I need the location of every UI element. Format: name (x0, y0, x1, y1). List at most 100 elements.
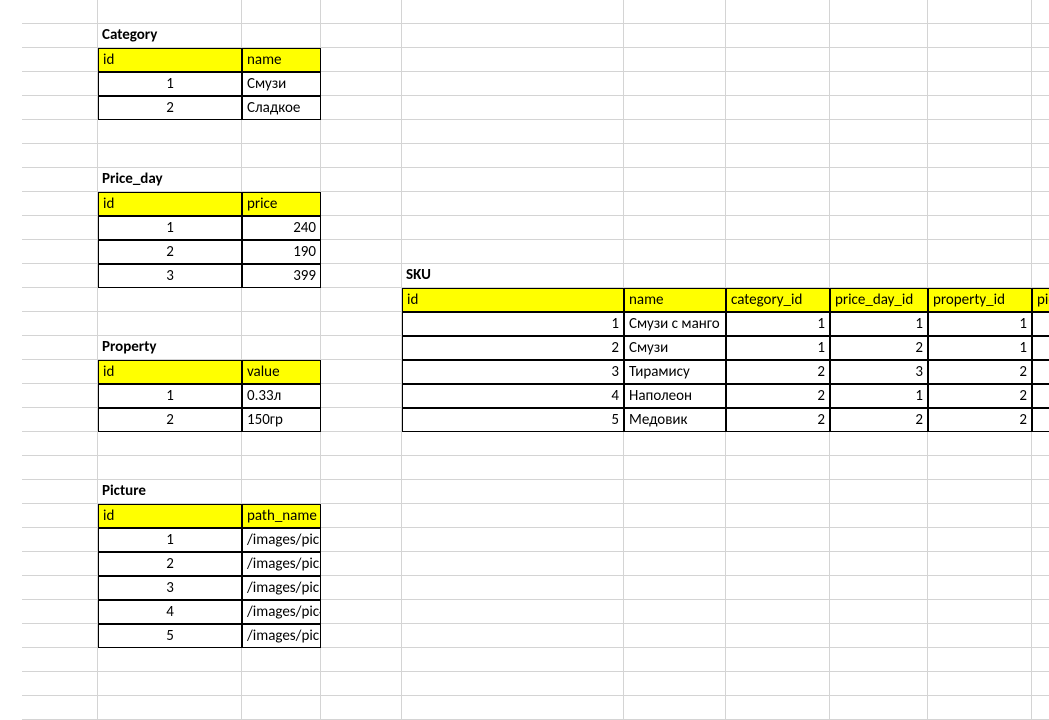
grid-cell[interactable] (1032, 96, 1049, 120)
grid-cell[interactable] (1032, 216, 1049, 240)
grid-cell[interactable] (22, 336, 98, 360)
grid-cell[interactable] (242, 432, 321, 456)
grid-cell[interactable] (726, 216, 830, 240)
grid-cell[interactable] (22, 240, 98, 264)
grid-cell[interactable] (624, 240, 726, 264)
grid-cell[interactable] (1032, 552, 1049, 576)
grid-cell[interactable] (726, 168, 830, 192)
grid-cell[interactable] (928, 432, 1032, 456)
grid-cell[interactable] (22, 408, 98, 432)
grid-cell[interactable] (726, 192, 830, 216)
grid-cell[interactable] (928, 600, 1032, 624)
grid-cell[interactable] (22, 96, 98, 120)
grid-cell[interactable] (402, 648, 624, 672)
grid-cell[interactable] (624, 696, 726, 720)
grid-cell[interactable] (321, 216, 402, 240)
grid-cell[interactable] (22, 672, 98, 696)
grid-cell[interactable] (321, 48, 402, 72)
grid-cell[interactable] (98, 696, 242, 720)
grid-cell[interactable] (1032, 696, 1049, 720)
grid-cell[interactable] (726, 264, 830, 288)
grid-cell[interactable] (321, 312, 402, 336)
grid-cell[interactable] (22, 600, 98, 624)
grid-cell[interactable] (321, 24, 402, 48)
grid-cell[interactable] (726, 504, 830, 528)
grid-cell[interactable] (830, 240, 928, 264)
grid-cell[interactable] (726, 648, 830, 672)
grid-cell[interactable] (321, 648, 402, 672)
grid-cell[interactable] (242, 456, 321, 480)
grid-cell[interactable] (1032, 240, 1049, 264)
grid-cell[interactable] (321, 624, 402, 648)
grid-cell[interactable] (402, 576, 624, 600)
grid-cell[interactable] (22, 144, 98, 168)
grid-cell[interactable] (22, 456, 98, 480)
grid-cell[interactable] (624, 528, 726, 552)
grid-cell[interactable] (830, 192, 928, 216)
grid-cell[interactable] (928, 696, 1032, 720)
grid-cell[interactable] (830, 72, 928, 96)
grid-cell[interactable] (624, 672, 726, 696)
grid-cell[interactable] (22, 384, 98, 408)
grid-cell[interactable] (402, 456, 624, 480)
grid-cell[interactable] (830, 624, 928, 648)
grid-cell[interactable] (22, 480, 98, 504)
grid-cell[interactable] (22, 0, 98, 24)
grid-cell[interactable] (624, 0, 726, 24)
grid-cell[interactable] (402, 96, 624, 120)
grid-cell[interactable] (242, 120, 321, 144)
grid-cell[interactable] (830, 48, 928, 72)
grid-cell[interactable] (98, 288, 242, 312)
grid-cell[interactable] (624, 576, 726, 600)
grid-cell[interactable] (22, 648, 98, 672)
grid-cell[interactable] (321, 408, 402, 432)
grid-cell[interactable] (402, 672, 624, 696)
grid-cell[interactable] (242, 288, 321, 312)
grid-cell[interactable] (402, 216, 624, 240)
grid-cell[interactable] (1032, 600, 1049, 624)
grid-cell[interactable] (402, 528, 624, 552)
grid-cell[interactable] (321, 600, 402, 624)
grid-cell[interactable] (402, 168, 624, 192)
grid-cell[interactable] (22, 624, 98, 648)
grid-cell[interactable] (22, 120, 98, 144)
grid-cell[interactable] (321, 336, 402, 360)
grid-cell[interactable] (1032, 144, 1049, 168)
grid-cell[interactable] (321, 504, 402, 528)
grid-cell[interactable] (726, 528, 830, 552)
grid-cell[interactable] (242, 168, 321, 192)
grid-cell[interactable] (830, 216, 928, 240)
grid-cell[interactable] (402, 120, 624, 144)
grid-cell[interactable] (928, 0, 1032, 24)
grid-cell[interactable] (830, 480, 928, 504)
grid-cell[interactable] (402, 600, 624, 624)
grid-cell[interactable] (928, 48, 1032, 72)
grid-cell[interactable] (321, 696, 402, 720)
grid-cell[interactable] (1032, 480, 1049, 504)
grid-cell[interactable] (321, 288, 402, 312)
grid-cell[interactable] (726, 456, 830, 480)
grid-cell[interactable] (830, 672, 928, 696)
grid-cell[interactable] (928, 528, 1032, 552)
grid-cell[interactable] (726, 600, 830, 624)
grid-cell[interactable] (624, 600, 726, 624)
grid-cell[interactable] (1032, 528, 1049, 552)
grid-cell[interactable] (624, 120, 726, 144)
grid-cell[interactable] (928, 552, 1032, 576)
grid-cell[interactable] (726, 48, 830, 72)
grid-cell[interactable] (321, 456, 402, 480)
grid-cell[interactable] (624, 552, 726, 576)
spreadsheet-grid[interactable]: Categoryidname1Смузи2СладкоеPrice_dayidp… (0, 0, 1049, 698)
grid-cell[interactable] (726, 672, 830, 696)
grid-cell[interactable] (242, 144, 321, 168)
grid-cell[interactable] (928, 192, 1032, 216)
grid-cell[interactable] (1032, 576, 1049, 600)
grid-cell[interactable] (928, 168, 1032, 192)
grid-cell[interactable] (1032, 24, 1049, 48)
grid-cell[interactable] (928, 672, 1032, 696)
grid-cell[interactable] (726, 576, 830, 600)
grid-cell[interactable] (624, 168, 726, 192)
grid-cell[interactable] (321, 72, 402, 96)
grid-cell[interactable] (402, 504, 624, 528)
grid-cell[interactable] (830, 576, 928, 600)
